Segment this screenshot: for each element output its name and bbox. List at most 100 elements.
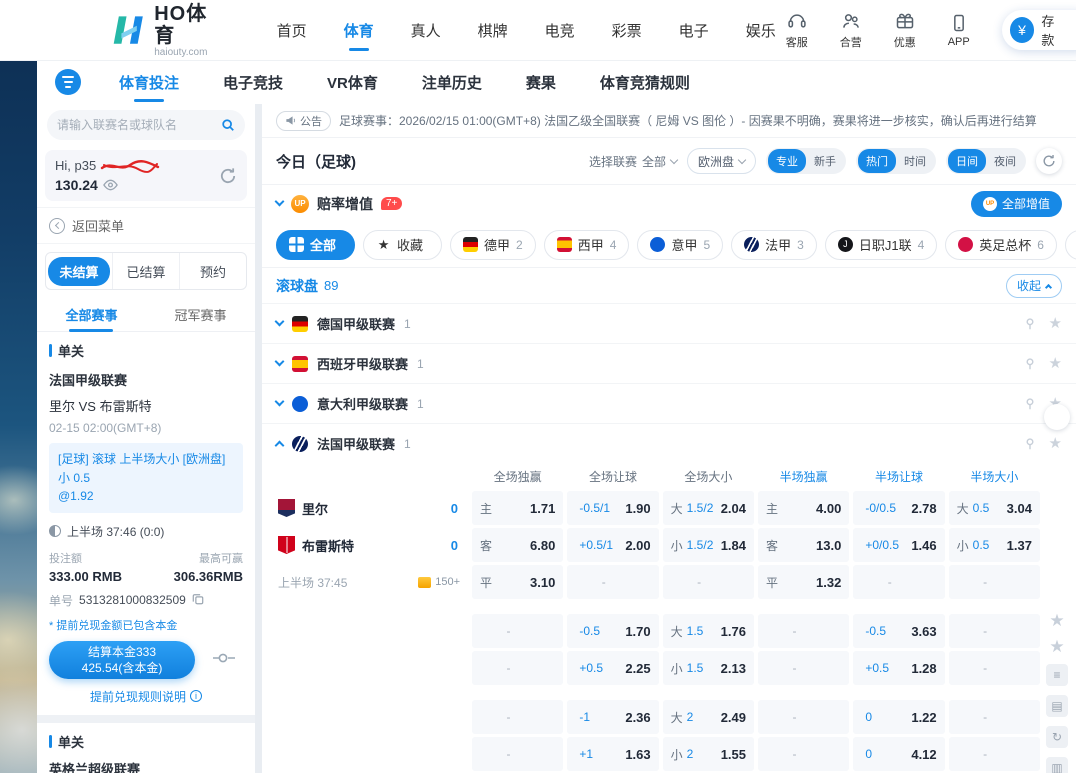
cashout-rules-link[interactable]: 提前兑现规则说明	[49, 688, 243, 705]
subnav-tab[interactable]: 电子竞技	[221, 61, 285, 104]
league-select[interactable]: 选择联赛 全部	[589, 153, 677, 170]
league-chip[interactable]: 英足总杯 6	[945, 230, 1057, 260]
collapse-button[interactable]: 收起	[1006, 274, 1062, 298]
topnav-item[interactable]: 娱乐	[744, 12, 778, 49]
odds-cell[interactable]: 大22.49	[663, 700, 754, 734]
tool-stats-button[interactable]: ▥	[1046, 757, 1068, 773]
all-boosts-button[interactable]: UP 全部增值	[971, 191, 1062, 217]
odds-cell[interactable]: +0.51.28	[853, 651, 944, 685]
toggle-option[interactable]: 热门	[858, 149, 896, 173]
subnav-tab[interactable]: 赛果	[524, 61, 558, 104]
league-chip[interactable]: 全部	[276, 230, 355, 260]
league-row[interactable]: 意大利甲级联赛 1 ★	[262, 383, 1076, 423]
subnav-tab[interactable]: 体育竞猜规则	[598, 61, 692, 104]
odds-cell[interactable]: -	[472, 651, 563, 685]
odds-cell[interactable]: 客6.80	[472, 528, 563, 562]
odds-cell[interactable]: -0.51.70	[567, 614, 658, 648]
odds-cell[interactable]: -	[949, 565, 1040, 599]
odds-cell[interactable]: 小1.5/21.84	[663, 528, 754, 562]
favorite-star-icon[interactable]: ★	[1049, 356, 1062, 371]
league-chip[interactable]: 西甲 4	[544, 230, 630, 260]
team-cell[interactable]: 布雷斯特 0	[272, 528, 468, 562]
refresh-odds-button[interactable]	[1036, 148, 1062, 174]
odds-cell[interactable]: -	[758, 651, 849, 685]
odds-cell[interactable]: -	[472, 700, 563, 734]
toggle-option[interactable]: 专业	[768, 149, 806, 173]
event-type-tab[interactable]: 全部赛事	[63, 297, 119, 332]
customer-service-button[interactable]: 客服	[778, 11, 816, 50]
event-type-tab[interactable]: 冠军赛事	[172, 297, 228, 332]
filter-menu-icon[interactable]	[55, 69, 81, 95]
league-chip[interactable]: 收藏	[363, 230, 442, 260]
topnav-item[interactable]: 真人	[409, 12, 443, 49]
odds-cell[interactable]: -	[758, 700, 849, 734]
odds-cell[interactable]: 小1.52.13	[663, 651, 754, 685]
odds-cell[interactable]: +0/0.51.46	[853, 528, 944, 562]
brand-logo[interactable]: HO体育 haiouty.com	[112, 3, 225, 58]
odds-cell[interactable]: -	[567, 565, 658, 599]
toggle-option[interactable]: 时间	[896, 149, 934, 173]
subnav-tab[interactable]: 体育投注	[117, 61, 181, 104]
chips-scroll-right-button[interactable]	[1044, 404, 1070, 430]
odds-cell[interactable]: +11.63	[567, 737, 658, 771]
league-chip[interactable]: 日职J1联 4	[825, 230, 937, 260]
odds-cell[interactable]: 大1.5/22.04	[663, 491, 754, 525]
partial-cashout-slider-icon[interactable]	[211, 647, 237, 672]
odds-cell[interactable]: 主1.71	[472, 491, 563, 525]
odds-cell[interactable]: -12.36	[567, 700, 658, 734]
chevron-down-icon[interactable]	[275, 197, 285, 207]
league-chip[interactable]: 法甲 3	[731, 230, 817, 260]
back-to-menu[interactable]: 返回菜单	[37, 207, 255, 244]
odds-cell[interactable]: -0.5/11.90	[567, 491, 658, 525]
eye-icon[interactable]	[103, 179, 118, 191]
toggle-option[interactable]: 新手	[806, 149, 844, 173]
odds-cell[interactable]: 平3.10	[472, 565, 563, 599]
partnership-button[interactable]: 合营	[832, 11, 870, 50]
team-cell[interactable]: 里尔 0	[272, 491, 468, 525]
odds-cell[interactable]: -	[853, 565, 944, 599]
copy-icon[interactable]	[192, 593, 204, 608]
odds-cell[interactable]: 小21.55	[663, 737, 754, 771]
settlement-tab[interactable]: 预约	[179, 253, 246, 289]
odds-cell[interactable]: 小0.51.37	[949, 528, 1040, 562]
pin-icon[interactable]	[1023, 357, 1037, 371]
league-chip[interactable]: 德甲 2	[450, 230, 536, 260]
favorite-star-icon[interactable]: ★	[1049, 612, 1064, 629]
odds-cell[interactable]: +0.5/12.00	[567, 528, 658, 562]
odds-cell[interactable]: -	[949, 614, 1040, 648]
odds-cell[interactable]: 主4.00	[758, 491, 849, 525]
odds-cell[interactable]: -	[472, 737, 563, 771]
pin-icon[interactable]	[1023, 437, 1037, 451]
topnav-item[interactable]: 首页	[275, 12, 309, 49]
topnav-item[interactable]: 电子	[677, 12, 711, 49]
favorite-star-icon[interactable]: ★	[1049, 316, 1062, 331]
search-input[interactable]	[57, 118, 221, 132]
toggle-option[interactable]: 夜间	[986, 149, 1024, 173]
odds-cell[interactable]: 大1.51.76	[663, 614, 754, 648]
odds-cell[interactable]: 01.22	[853, 700, 944, 734]
odds-cell[interactable]: -0/0.52.78	[853, 491, 944, 525]
odds-cell[interactable]: -	[949, 651, 1040, 685]
league-row-expanded[interactable]: 法国甲级联赛 1 ★	[262, 423, 1076, 463]
favorite-star-icon[interactable]: ★	[1049, 436, 1062, 451]
tool-list-button[interactable]: ≡	[1046, 664, 1068, 686]
odds-cell[interactable]: 平1.32	[758, 565, 849, 599]
pin-icon[interactable]	[1023, 397, 1037, 411]
search-icon[interactable]	[221, 118, 235, 132]
topnav-item[interactable]: 彩票	[610, 12, 644, 49]
odds-cell[interactable]: -	[663, 565, 754, 599]
odds-cell[interactable]: 客13.0	[758, 528, 849, 562]
odds-cell[interactable]: +0.52.25	[567, 651, 658, 685]
cashout-button[interactable]: 结算本金333 425.54(含本金)	[49, 641, 195, 679]
league-row[interactable]: 德国甲级联赛 1 ★	[262, 303, 1076, 343]
odds-cell[interactable]: -0.53.63	[853, 614, 944, 648]
favorite-star-icon[interactable]: ★	[1049, 638, 1064, 655]
topnav-item[interactable]: 体育	[342, 12, 376, 49]
settlement-tab[interactable]: 已结算	[112, 253, 179, 289]
odds-format-select[interactable]: 欧洲盘	[687, 148, 756, 174]
odds-cell[interactable]: -	[472, 614, 563, 648]
tool-grid-button[interactable]: ▤	[1046, 695, 1068, 717]
league-row[interactable]: 西班牙甲级联赛 1 ★	[262, 343, 1076, 383]
subnav-tab[interactable]: 注单历史	[420, 61, 484, 104]
league-chip[interactable]: 意甲 5	[637, 230, 723, 260]
